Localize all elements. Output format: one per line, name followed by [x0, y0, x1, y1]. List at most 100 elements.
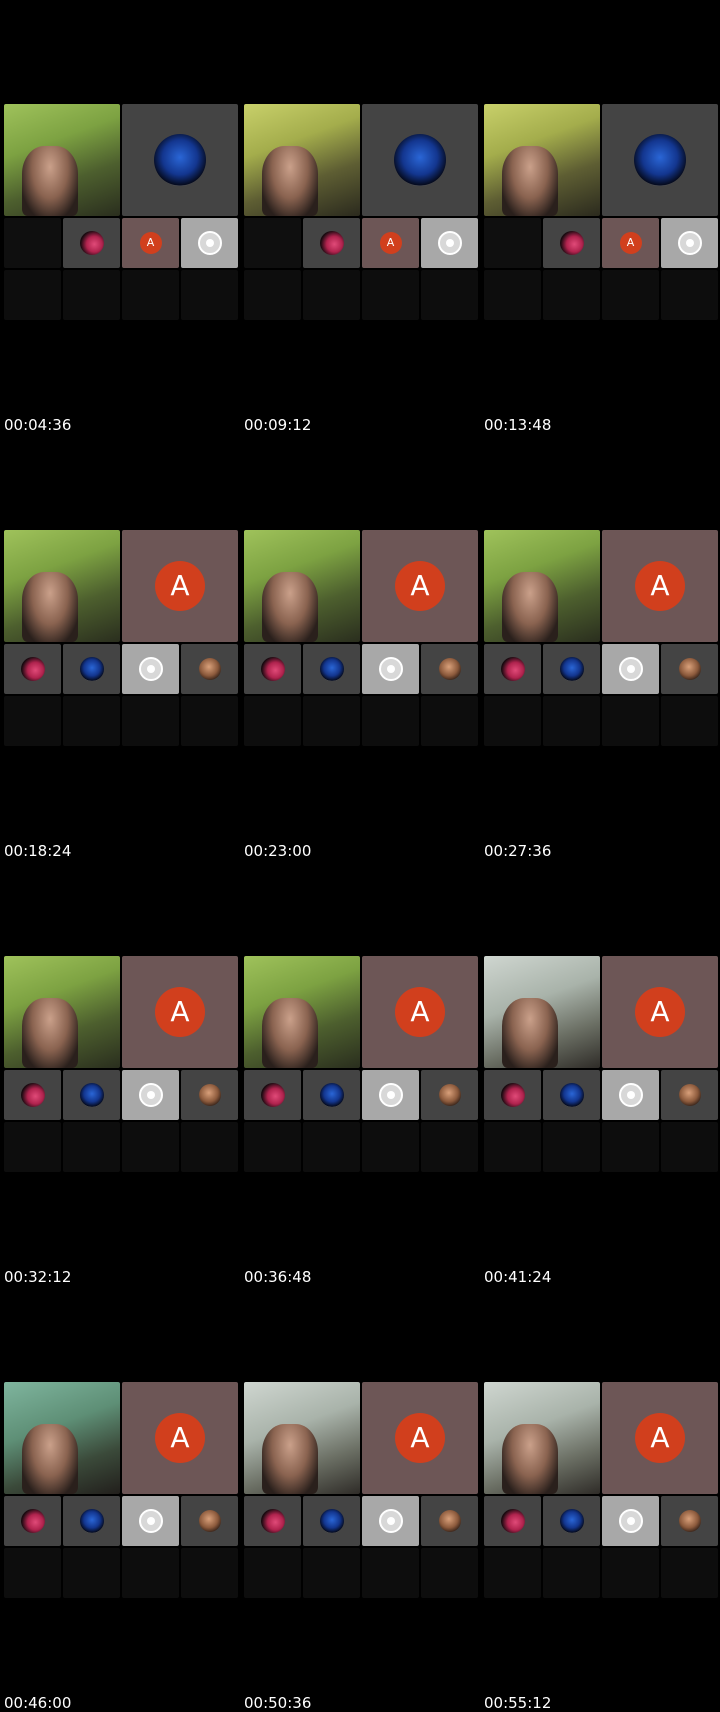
- participant-tile: [543, 644, 600, 694]
- avatar-tile: A: [122, 530, 238, 642]
- camera-tile: [244, 956, 360, 1068]
- video-thumbnail[interactable]: A 00:09:12: [244, 104, 478, 434]
- participant-video: [262, 572, 318, 642]
- photo-avatar-icon: [678, 1084, 701, 1106]
- participant-video: [502, 1424, 558, 1494]
- timestamp-label: 00:13:48: [484, 416, 552, 434]
- user-icon: [378, 1083, 403, 1107]
- user-icon: [618, 657, 643, 681]
- avatar-letter: A: [619, 232, 642, 254]
- empty-tile: [303, 1548, 360, 1598]
- photo-avatar-icon: [198, 658, 221, 680]
- participant-tile: [362, 1496, 419, 1546]
- team-logo-icon: [79, 1509, 104, 1533]
- empty-tile: [421, 270, 478, 320]
- empty-tile: [543, 1122, 600, 1172]
- empty-tile: [63, 270, 120, 320]
- photo-avatar-icon: [438, 1510, 461, 1532]
- empty-tile: [244, 218, 301, 268]
- call-frame: A: [484, 530, 718, 746]
- video-thumbnail[interactable]: A 00:23:00: [244, 530, 478, 860]
- user-icon: [138, 1509, 163, 1533]
- empty-tile: [543, 1548, 600, 1598]
- user-icon: [618, 1509, 643, 1533]
- empty-tile: [362, 1548, 419, 1598]
- participant-video: [502, 998, 558, 1068]
- participant-tile: [122, 1070, 179, 1120]
- participant-tile: [63, 218, 120, 268]
- user-icon: [618, 1083, 643, 1107]
- moon-avatar-icon: [559, 231, 584, 255]
- video-thumbnail[interactable]: A 00:18:24: [4, 530, 238, 860]
- empty-tile: [4, 696, 61, 746]
- participant-tile: [122, 1496, 179, 1546]
- moon-avatar-icon: [319, 231, 344, 255]
- participant-video: [22, 998, 78, 1068]
- participant-tile: [543, 218, 600, 268]
- empty-tile: [4, 1122, 61, 1172]
- participant-video: [502, 572, 558, 642]
- timestamp-label: 00:55:12: [484, 1694, 552, 1712]
- avatar-letter: A: [635, 561, 685, 611]
- moon-avatar-icon: [500, 657, 525, 681]
- moon-avatar-icon: [500, 1083, 525, 1107]
- video-thumbnail[interactable]: A 00:50:36: [244, 1382, 478, 1712]
- empty-tile: [362, 270, 419, 320]
- avatar-tile: A: [122, 956, 238, 1068]
- timestamp-label: 00:04:36: [4, 416, 72, 434]
- empty-tile: [661, 270, 718, 320]
- avatar-tile: A: [602, 530, 718, 642]
- video-thumbnail[interactable]: A 00:36:48: [244, 956, 478, 1286]
- video-thumbnail[interactable]: A 00:32:12: [4, 956, 238, 1286]
- video-thumbnail[interactable]: A 00:04:36: [4, 104, 238, 434]
- empty-tile: [421, 696, 478, 746]
- avatar-tile: A: [362, 956, 478, 1068]
- video-thumbnail[interactable]: A 00:46:00: [4, 1382, 238, 1712]
- video-thumbnail[interactable]: A 00:41:24: [484, 956, 718, 1286]
- user-icon: [677, 231, 702, 255]
- participant-tile: [602, 644, 659, 694]
- video-thumbnail[interactable]: A 00:27:36: [484, 530, 718, 860]
- video-thumbnail[interactable]: A 00:55:12: [484, 1382, 718, 1712]
- user-icon: [138, 1083, 163, 1107]
- camera-tile: [484, 1382, 600, 1494]
- participant-tile: [543, 1070, 600, 1120]
- call-frame: A: [4, 104, 238, 320]
- team-logo-icon: [394, 134, 446, 186]
- timestamp-label: 00:18:24: [4, 842, 72, 860]
- participant-tile: [244, 1496, 301, 1546]
- moon-avatar-icon: [20, 1083, 45, 1107]
- moon-avatar-icon: [260, 1509, 285, 1533]
- avatar-letter: A: [155, 987, 205, 1037]
- participant-video: [22, 1424, 78, 1494]
- camera-tile: [244, 530, 360, 642]
- participant-tile: [421, 1070, 478, 1120]
- empty-tile: [484, 1548, 541, 1598]
- empty-tile: [122, 1122, 179, 1172]
- call-frame: A: [244, 104, 478, 320]
- camera-tile: [4, 104, 120, 216]
- empty-tile: [303, 1122, 360, 1172]
- avatar-letter: A: [139, 232, 162, 254]
- photo-avatar-icon: [198, 1510, 221, 1532]
- participant-tile: [421, 1496, 478, 1546]
- empty-tile: [244, 270, 301, 320]
- participant-tile: [362, 644, 419, 694]
- empty-tile: [484, 270, 541, 320]
- team-logo-icon: [154, 134, 206, 186]
- empty-tile: [484, 696, 541, 746]
- empty-tile: [543, 696, 600, 746]
- empty-tile: [244, 1122, 301, 1172]
- empty-tile: [63, 1122, 120, 1172]
- moon-avatar-icon: [20, 657, 45, 681]
- empty-tile: [63, 696, 120, 746]
- photo-avatar-icon: [198, 1084, 221, 1106]
- empty-tile: [362, 1122, 419, 1172]
- video-thumbnail[interactable]: A 00:13:48: [484, 104, 718, 434]
- participant-tile: [602, 1496, 659, 1546]
- team-logo-icon: [559, 1509, 584, 1533]
- empty-tile: [4, 218, 61, 268]
- team-logo-icon: [79, 1083, 104, 1107]
- user-icon: [378, 1509, 403, 1533]
- participant-tile: [181, 1496, 238, 1546]
